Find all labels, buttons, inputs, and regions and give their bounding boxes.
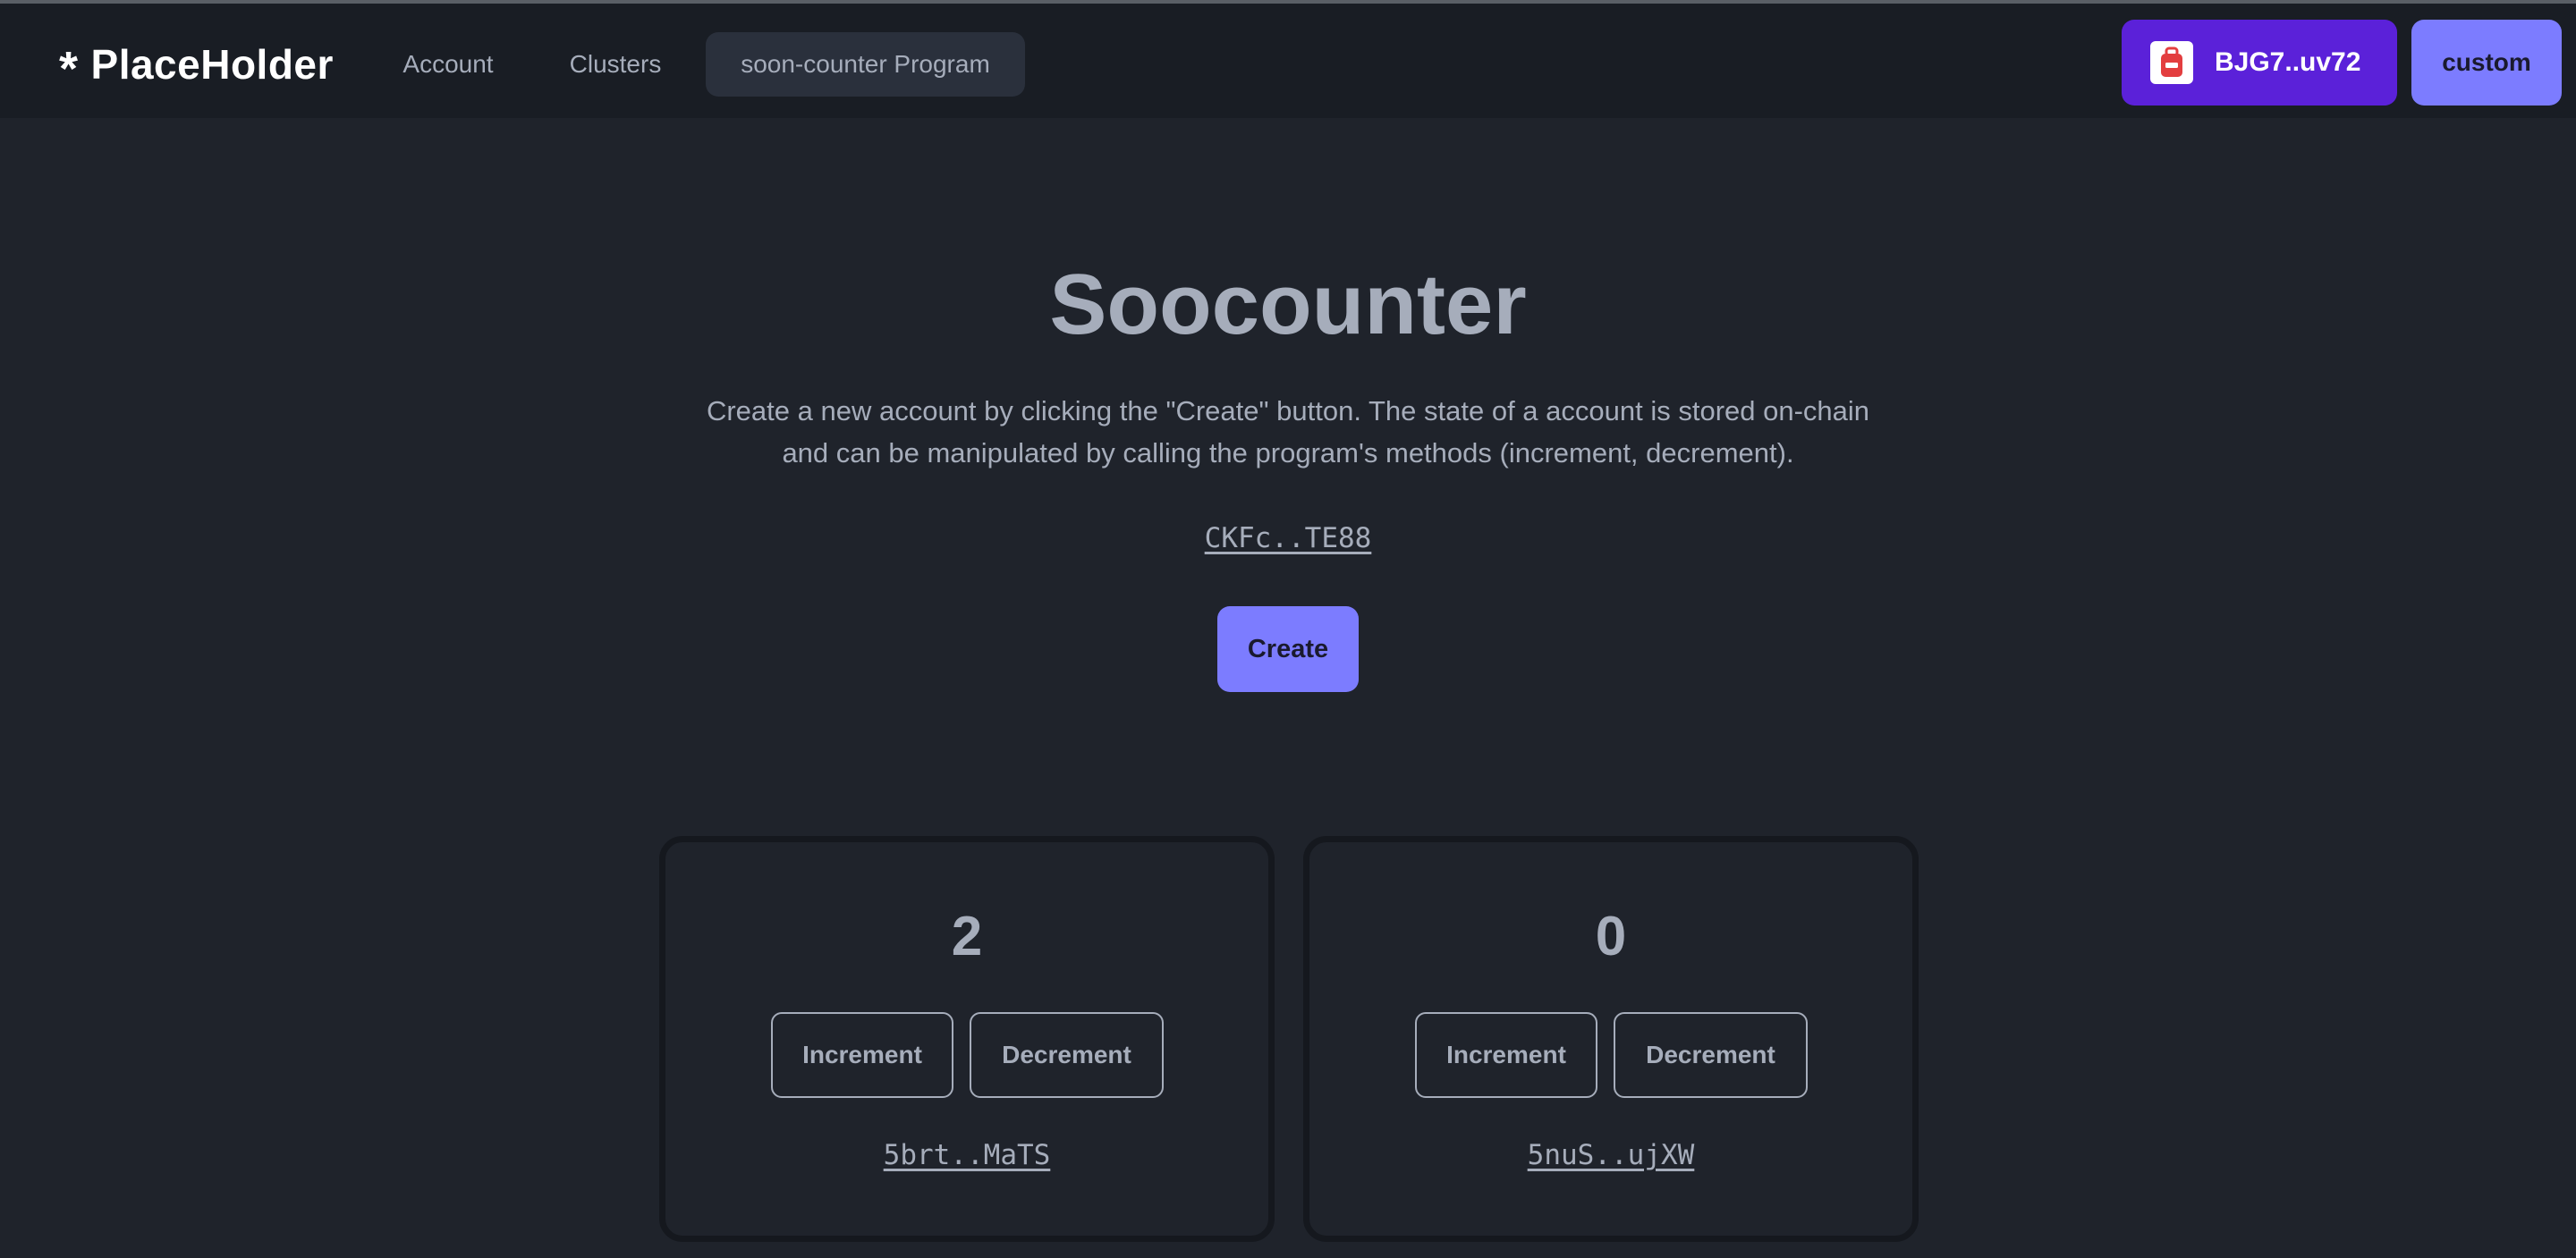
asterisk-icon: * <box>59 42 79 96</box>
backpack-wallet-icon <box>2150 41 2193 84</box>
counter-address-link[interactable]: 5nuS..ujXW <box>1528 1139 1695 1171</box>
page-title: Soocounter <box>1049 257 1527 352</box>
create-button[interactable]: Create <box>1217 606 1359 692</box>
counter-card: 0 Increment Decrement 5nuS..ujXW <box>1303 836 1919 1242</box>
counter-account-address: 5nuS..ujXW <box>1309 1139 1912 1171</box>
page-description: Create a new account by clicking the "Cr… <box>706 395 1870 469</box>
nav-link-account[interactable]: Account <box>372 32 524 97</box>
program-address-link[interactable]: CKFc..TE88 <box>1205 522 1372 554</box>
top-navbar: * PlaceHolder Account Clusters soon-coun… <box>0 4 2576 118</box>
increment-button[interactable]: Increment <box>771 1012 953 1098</box>
increment-button[interactable]: Increment <box>1415 1012 1597 1098</box>
program-address-container: CKFc..TE88 <box>0 522 2576 554</box>
brand-logo[interactable]: * PlaceHolder <box>59 36 334 93</box>
brand-name: PlaceHolder <box>90 41 334 88</box>
nav-link-clusters[interactable]: Clusters <box>538 32 692 97</box>
nav-link-program[interactable]: soon-counter Program <box>706 32 1025 97</box>
counter-value: 2 <box>951 906 983 967</box>
wallet-button[interactable]: BJG7..uv72 <box>2122 20 2397 106</box>
decrement-button[interactable]: Decrement <box>970 1012 1164 1098</box>
wallet-address: BJG7..uv72 <box>2215 47 2361 77</box>
cluster-select-button[interactable]: custom <box>2411 20 2562 106</box>
counter-address-link[interactable]: 5brt..MaTS <box>884 1139 1051 1171</box>
counter-card: 2 Increment Decrement 5brt..MaTS <box>659 836 1275 1242</box>
counter-value: 0 <box>1595 906 1627 967</box>
counter-account-address: 5brt..MaTS <box>665 1139 1268 1171</box>
decrement-button[interactable]: Decrement <box>1614 1012 1808 1098</box>
